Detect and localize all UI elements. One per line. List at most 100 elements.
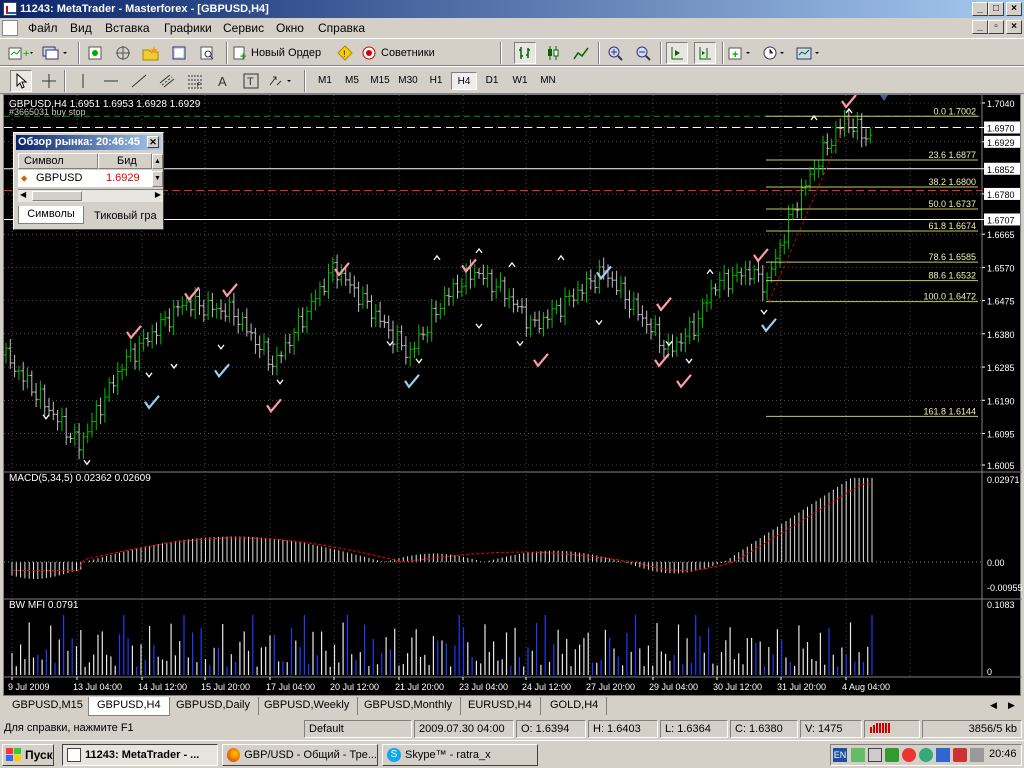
menu-help[interactable]: Справка [318, 21, 365, 35]
scrollbar-thumb[interactable] [32, 191, 82, 201]
timeframe-m30[interactable]: M30 [395, 72, 421, 90]
market-watch-panel[interactable]: Обзор рынка: 20:46:45 ✕ Символ Бид ▲ ⬥ GB… [13, 132, 164, 230]
fractal-marker [145, 372, 153, 378]
timeframe-m1[interactable]: M1 [312, 72, 338, 90]
timeframe-m15[interactable]: M15 [367, 72, 393, 90]
horizontal-scrollbar[interactable]: ◀ ▶ [18, 189, 163, 202]
market-watch-button[interactable] [84, 42, 106, 64]
new-chart-button[interactable]: + [8, 42, 34, 64]
app-icon[interactable] [3, 2, 17, 16]
connection-indicator-icon [864, 720, 920, 738]
mdi-close-button[interactable]: × [1006, 20, 1022, 34]
volume-icon[interactable] [970, 748, 984, 762]
menu-insert[interactable]: Вставка [105, 21, 150, 35]
tab-tick-chart[interactable]: Тиковый гра [94, 208, 162, 224]
task-firefox[interactable]: GBP/USD - Общий - Тре... [222, 744, 378, 766]
chart-tab-gbpusd-weekly[interactable]: GBPUSD,Weekly [256, 697, 359, 715]
minimize-button[interactable]: _ [972, 2, 988, 16]
chart-tab-gbpusd-m15[interactable]: GBPUSD,M15 [4, 697, 92, 715]
scroll-left-icon[interactable]: ◀ [20, 190, 26, 199]
indicators-button[interactable]: + [728, 42, 754, 64]
document-icon[interactable] [2, 20, 18, 36]
text-label-tool[interactable]: T [240, 70, 262, 92]
chart-tab-gold-h4[interactable]: GOLD,H4 [542, 697, 608, 715]
menu-tools[interactable]: Сервис [223, 21, 264, 35]
new-order-button[interactable]: + Новый Ордер [232, 42, 321, 64]
close-button[interactable]: × [1006, 2, 1022, 16]
periods-button[interactable] [762, 42, 788, 64]
terminal-button[interactable] [168, 42, 190, 64]
column-bid[interactable]: Бид [98, 153, 152, 169]
crosshair-tool[interactable] [38, 70, 60, 92]
mfi-axis-label: 0.1083 [987, 600, 1015, 610]
chart-tab-eurusd-h4[interactable]: EURUSD,H4 [460, 697, 541, 715]
timeframe-h4[interactable]: H4 [451, 72, 477, 90]
channel-tool[interactable] [156, 70, 178, 92]
maximize-button[interactable]: □ [988, 2, 1004, 16]
tabs-scroll-left-icon[interactable]: ◀ [990, 700, 997, 711]
arrows-tool[interactable] [268, 70, 296, 92]
alert-icon[interactable] [902, 748, 916, 762]
chart-tab-gbpusd-monthly[interactable]: GBPUSD,Monthly [356, 697, 462, 715]
title-bar[interactable]: 11243: MetaTrader - Masterforex - [GBPUS… [0, 0, 1024, 18]
market-watch-title[interactable]: Обзор рынка: 20:46:45 ✕ [16, 135, 161, 150]
time-axis-label: 9 Jul 2009 [8, 682, 50, 692]
horizontal-line-tool[interactable] [100, 70, 122, 92]
fibonacci-tool[interactable]: F [184, 70, 206, 92]
tester-button[interactable] [196, 42, 218, 64]
tab-symbols[interactable]: Символы [18, 206, 84, 224]
chart-shift-button[interactable] [694, 42, 716, 64]
timeframe-mn[interactable]: MN [535, 72, 561, 90]
language-indicator[interactable]: EN [833, 748, 847, 762]
column-symbol[interactable]: Символ [18, 153, 98, 169]
text-tool[interactable]: A [212, 70, 234, 92]
signal-check-icon [404, 374, 420, 389]
navigator-button[interactable] [140, 42, 162, 64]
candlestick-button[interactable] [542, 42, 564, 64]
line-chart-button[interactable] [570, 42, 592, 64]
templates-button[interactable] [796, 42, 822, 64]
fractal-marker [276, 379, 284, 385]
strategy-button[interactable]: ! [334, 42, 356, 64]
antivirus-icon[interactable] [953, 748, 967, 762]
menu-charts[interactable]: Графики [164, 21, 212, 35]
menu-window[interactable]: Окно [276, 21, 304, 35]
network-icon[interactable] [936, 748, 950, 762]
cursor-tool[interactable] [10, 70, 32, 92]
chart-tab-gbpusd-daily[interactable]: GBPUSD,Daily [168, 697, 259, 715]
mdi-minimize-button[interactable]: _ [972, 20, 988, 34]
menu-file[interactable]: Файл [28, 21, 58, 35]
shield-icon[interactable] [868, 748, 882, 762]
arrow-down-icon: ⬥ [21, 173, 28, 183]
check-icon[interactable] [885, 748, 899, 762]
tabs-scroll-right-icon[interactable]: ▶ [1008, 700, 1015, 711]
task-skype[interactable]: S Skype™ - ratra_x [382, 744, 538, 766]
tray-app-icon[interactable] [851, 748, 865, 762]
advisors-button[interactable]: Советники [360, 42, 435, 64]
time-axis-label: 24 Jul 12:00 [522, 682, 571, 692]
bar-chart-button[interactable] [514, 42, 536, 64]
zoom-in-button[interactable] [604, 42, 626, 64]
zoom-out-button[interactable] [632, 42, 654, 64]
vertical-line-tool[interactable] [72, 70, 94, 92]
data-window-button[interactable] [112, 42, 134, 64]
timeframe-d1[interactable]: D1 [479, 72, 505, 90]
trendline-tool[interactable] [128, 70, 150, 92]
timeframe-m5[interactable]: M5 [339, 72, 365, 90]
profiles-button[interactable] [42, 42, 68, 64]
scroll-right-icon[interactable]: ▶ [155, 190, 161, 199]
chart-tab-gbpusd-h4[interactable]: GBPUSD,H4 [88, 697, 170, 716]
autoscroll-button[interactable] [666, 42, 688, 64]
menu-view[interactable]: Вид [70, 21, 92, 35]
task-metatrader[interactable]: 11243: MetaTrader - ... [62, 744, 218, 766]
timeframe-w1[interactable]: W1 [507, 72, 533, 90]
symbol-row[interactable]: ⬥ GBPUSD 1.6929 [18, 170, 152, 187]
mfi-axis-label: 0 [987, 667, 992, 677]
close-icon[interactable]: ✕ [147, 136, 159, 148]
start-button[interactable]: Пуск [2, 744, 54, 766]
mdi-restore-button[interactable]: ▫ [988, 20, 1004, 34]
status-icon[interactable] [919, 748, 933, 762]
scroll-up-icon[interactable]: ▲ [152, 154, 163, 169]
timeframe-h1[interactable]: H1 [423, 72, 449, 90]
scroll-down-icon[interactable]: ▼ [152, 171, 163, 187]
